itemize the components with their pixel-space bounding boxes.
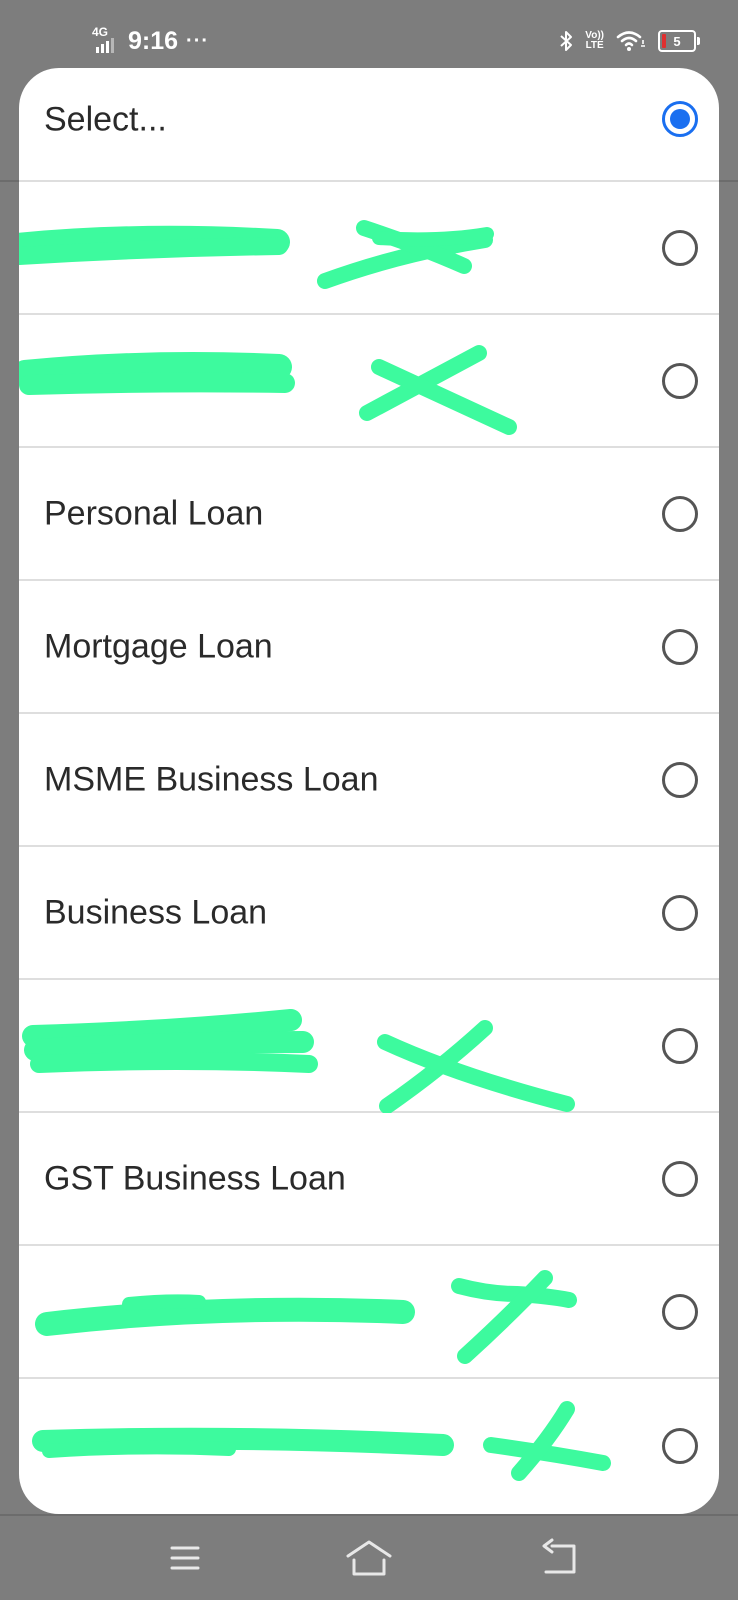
wifi-icon bbox=[616, 31, 645, 51]
radio-icon[interactable] bbox=[662, 362, 698, 399]
option-personal-loan[interactable]: Personal Loan bbox=[19, 448, 719, 581]
clock: 9:16 bbox=[128, 26, 179, 55]
option-redacted-1[interactable] bbox=[19, 182, 719, 315]
loan-type-picker-dialog: Select... Personal Loan Mortgage Loan MS… bbox=[19, 68, 719, 1514]
option-redacted-4[interactable] bbox=[19, 1246, 719, 1379]
redaction-scribble bbox=[19, 220, 494, 289]
redaction-scribble bbox=[35, 1270, 577, 1364]
radio-icon[interactable] bbox=[662, 229, 698, 266]
more-notifications-icon: ··· bbox=[186, 29, 210, 52]
battery-level: 5 bbox=[673, 33, 681, 49]
signal-bars bbox=[96, 38, 114, 53]
home-icon[interactable] bbox=[344, 1536, 394, 1580]
option-mortgage-loan[interactable]: Mortgage Loan bbox=[19, 581, 719, 714]
radio-icon[interactable] bbox=[662, 1427, 698, 1464]
status-bar: 4G 9:16 ··· Vo)) LTE 5 bbox=[0, 0, 738, 68]
option-label: Personal Loan bbox=[44, 494, 264, 532]
redaction-scribble bbox=[22, 1009, 575, 1113]
radio-icon[interactable] bbox=[662, 628, 698, 665]
radio-selected-icon[interactable] bbox=[662, 101, 698, 137]
status-bar-right: Vo)) LTE 5 bbox=[559, 26, 700, 56]
signal-icon: 4G bbox=[92, 25, 126, 55]
redaction-scribble bbox=[19, 345, 517, 435]
radio-icon[interactable] bbox=[662, 761, 698, 798]
option-redacted-3[interactable] bbox=[19, 980, 719, 1113]
option-label: Business Loan bbox=[44, 893, 268, 931]
status-bar-left: 4G 9:16 ··· bbox=[92, 24, 209, 58]
radio-icon[interactable] bbox=[662, 1160, 698, 1197]
radio-icon[interactable] bbox=[662, 1293, 698, 1330]
radio-icon[interactable] bbox=[662, 894, 698, 931]
redaction-scribble bbox=[32, 1401, 611, 1481]
network-type: 4G bbox=[92, 25, 109, 39]
radio-dot bbox=[670, 109, 690, 129]
bluetooth-icon bbox=[560, 31, 573, 51]
option-select[interactable]: Select... bbox=[19, 68, 719, 182]
option-redacted-5[interactable] bbox=[19, 1379, 719, 1512]
volte-icon: Vo)) LTE bbox=[585, 31, 604, 51]
menu-icon[interactable] bbox=[160, 1536, 210, 1580]
option-label: GST Business Loan bbox=[44, 1159, 346, 1197]
navigation-bar bbox=[0, 1514, 738, 1600]
radio-icon[interactable] bbox=[662, 495, 698, 532]
option-msme-business-loan[interactable]: MSME Business Loan bbox=[19, 714, 719, 847]
option-gst-business-loan[interactable]: GST Business Loan bbox=[19, 1113, 719, 1246]
option-redacted-2[interactable] bbox=[19, 315, 719, 448]
option-label: Mortgage Loan bbox=[44, 627, 273, 665]
back-icon[interactable] bbox=[538, 1536, 588, 1580]
option-label: MSME Business Loan bbox=[44, 760, 379, 798]
volte-bottom-label: LTE bbox=[585, 40, 604, 51]
option-business-loan[interactable]: Business Loan bbox=[19, 847, 719, 980]
battery-icon: 5 bbox=[658, 30, 700, 52]
option-label: Select... bbox=[44, 100, 167, 139]
radio-icon[interactable] bbox=[662, 1027, 698, 1064]
